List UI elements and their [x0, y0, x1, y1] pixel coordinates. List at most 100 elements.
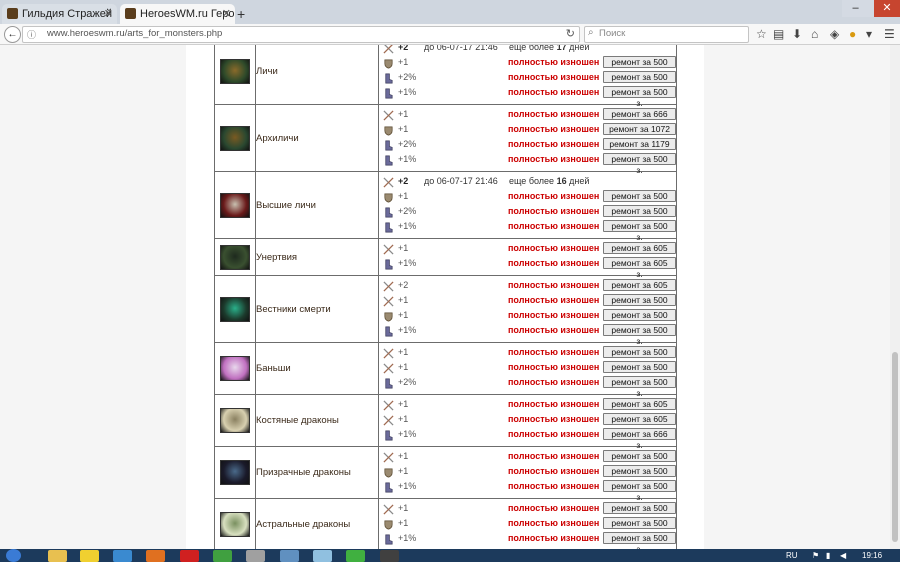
keyboard-language[interactable]: RU	[786, 549, 798, 562]
monster-row: Астральные драконы +1 полностью изношен рем…	[214, 498, 677, 549]
repair-button[interactable]: ремонт за 666 з.	[603, 428, 676, 450]
repair-button[interactable]: ремонт за 500 з.	[603, 309, 676, 331]
monster-name: Унертвия	[255, 238, 379, 276]
tab-heroeswm[interactable]: HeroesWM.ru Герои войны ✕	[120, 4, 235, 24]
site-info-icon[interactable]: ⓘ	[27, 28, 36, 41]
repair-button[interactable]: ремонт за 500 з.	[603, 205, 676, 227]
monster-artifacts-table: Личи +2 до 06-07-17 21:46 еще более 17 дней…	[214, 45, 677, 549]
repair-button[interactable]: ремонт за 500 з.	[603, 346, 676, 368]
app-icon[interactable]	[113, 550, 132, 562]
repair-button[interactable]: ремонт за 500 з.	[603, 153, 676, 175]
repair-button[interactable]: ремонт за 605 з.	[603, 257, 676, 279]
clock-time[interactable]: 19:16	[862, 549, 882, 562]
os-taskbar: RU ⚑ ▮ ◀ 19:16	[0, 549, 900, 562]
repair-button[interactable]: ремонт за 605 з.	[603, 413, 676, 435]
repair-button[interactable]: ремонт за 500 з.	[603, 86, 676, 108]
boot-icon	[385, 88, 393, 99]
torrent-icon[interactable]	[346, 550, 365, 562]
remaining-unit: дней	[569, 176, 590, 186]
bonus-value: +1	[398, 347, 409, 357]
pocket-icon[interactable]: ◈	[830, 27, 839, 41]
bonus-value: +2	[398, 176, 409, 186]
tray-network-icon[interactable]: ▮	[826, 549, 830, 562]
repair-button[interactable]: ремонт за 605 з.	[603, 398, 676, 420]
search-icon: ⌕	[588, 27, 594, 38]
new-tab-plus-icon[interactable]: +	[237, 6, 245, 22]
boot-icon	[385, 140, 393, 151]
menu-hamburger-icon[interactable]: ☰	[884, 27, 895, 41]
site-favicon-icon	[7, 8, 18, 19]
reading-list-icon[interactable]: ▤	[773, 27, 784, 41]
wear-status: полностью изношен	[508, 518, 600, 528]
artifact-lines-cell: +1 полностью изношенремонт за 605 з. +1% по…	[378, 238, 677, 279]
search-input[interactable]: ⌕ Поиск	[584, 26, 749, 43]
repair-button[interactable]: ремонт за 500 з.	[603, 56, 676, 78]
artifact-lines-cell: +2 до 06-07-17 21:46 еще более 17 дней +1 по…	[378, 45, 677, 108]
shield-icon	[384, 59, 393, 69]
sword-icon	[383, 45, 394, 54]
extension-icon[interactable]: ●	[849, 27, 856, 41]
monster-portrait	[220, 192, 250, 218]
repair-button[interactable]: ремонт за 500 з.	[603, 220, 676, 242]
tray-flag-icon[interactable]: ⚑	[812, 549, 819, 562]
opera-icon[interactable]	[180, 550, 199, 562]
home-icon[interactable]: ⌂	[811, 27, 818, 41]
artifact-lines-cell: +1полностью изношенремонт за 500 з.+1пол…	[378, 446, 677, 502]
chrome-icon[interactable]	[213, 550, 232, 562]
repair-button[interactable]: ремонт за 500 з.	[603, 480, 676, 502]
bonus-value: +1%	[398, 221, 417, 231]
minimize-window-icon[interactable]: –	[842, 0, 869, 17]
repair-button[interactable]: ремонт за 500 з.	[603, 517, 676, 539]
download-arrow-icon[interactable]: ⬇	[792, 27, 802, 41]
address-bar[interactable]: ⓘ www.heroeswm.ru/arts_for_monsters.php …	[22, 26, 580, 43]
sword-icon	[383, 244, 394, 255]
wear-status: полностью изношен	[508, 481, 600, 491]
bookmark-star-icon[interactable]: ☆	[756, 27, 767, 41]
file-explorer-icon[interactable]	[48, 550, 67, 562]
close-window-icon[interactable]: ✕	[874, 0, 900, 17]
repair-button[interactable]: ремонт за 666 з.	[603, 108, 676, 130]
start-button[interactable]	[6, 549, 21, 562]
maximize-window-icon[interactable]	[866, 0, 874, 17]
repair-button[interactable]: ремонт за 500 з.	[603, 450, 676, 472]
repair-button[interactable]: ремонт за 500 з.	[603, 465, 676, 487]
app-icon[interactable]	[380, 550, 399, 562]
page-viewport: Личи +2 до 06-07-17 21:46 еще более 17 дней…	[0, 45, 890, 549]
repair-button[interactable]: ремонт за 1179 з.	[603, 138, 676, 160]
app-icon[interactable]	[280, 550, 299, 562]
wear-status: полностью изношен	[508, 139, 600, 149]
monster-row: Костяные драконы +1 полностью изношен ремон…	[214, 394, 677, 450]
repair-button[interactable]: ремонт за 500 з.	[603, 361, 676, 383]
repair-button[interactable]: ремонт за 500 з.	[603, 502, 676, 524]
wear-status: полностью изношен	[508, 429, 600, 439]
app-icon[interactable]	[246, 550, 265, 562]
tray-volume-icon[interactable]: ◀	[840, 549, 846, 562]
wear-status: полностью изношен	[508, 221, 600, 231]
monster-portrait-cell	[214, 394, 256, 447]
back-arrow-icon[interactable]: ←	[4, 26, 21, 43]
scrollbar-thumb[interactable]	[892, 352, 898, 542]
close-tab-icon[interactable]: ✕	[222, 7, 231, 20]
app-icon[interactable]	[313, 550, 332, 562]
repair-button[interactable]: ремонт за 1072 з.	[603, 123, 676, 145]
page-content: Личи +2 до 06-07-17 21:46 еще более 17 дней…	[186, 45, 704, 549]
bonus-value: +1%	[398, 154, 417, 164]
firefox-icon[interactable]	[146, 550, 165, 562]
repair-button[interactable]: ремонт за 605 з.	[603, 279, 676, 301]
close-tab-icon[interactable]: ✕	[104, 7, 113, 20]
tab-guild[interactable]: Гильдия Стражей ✕	[2, 4, 117, 24]
artifact-lines-cell: +1полностью изношенремонт за 500 з.+1пол…	[378, 498, 677, 549]
artifact-line: +1% полностью изношен ремонт за 666 з.	[379, 428, 676, 450]
boot-icon	[385, 534, 393, 545]
reload-icon[interactable]: ↻	[566, 27, 575, 40]
repair-button[interactable]: ремонт за 500 з.	[603, 190, 676, 212]
repair-button[interactable]: ремонт за 500 з.	[603, 376, 676, 398]
repair-button[interactable]: ремонт за 500 з.	[603, 532, 676, 549]
repair-button[interactable]: ремонт за 605 з.	[603, 242, 676, 264]
repair-button[interactable]: ремонт за 500 з.	[603, 324, 676, 346]
wear-status: полностью изношен	[508, 87, 600, 97]
repair-button[interactable]: ремонт за 500 з.	[603, 71, 676, 93]
repair-button[interactable]: ремонт за 500 з.	[603, 294, 676, 316]
app-icon[interactable]	[80, 550, 99, 562]
overflow-chevron-icon[interactable]: ▾	[866, 27, 872, 41]
